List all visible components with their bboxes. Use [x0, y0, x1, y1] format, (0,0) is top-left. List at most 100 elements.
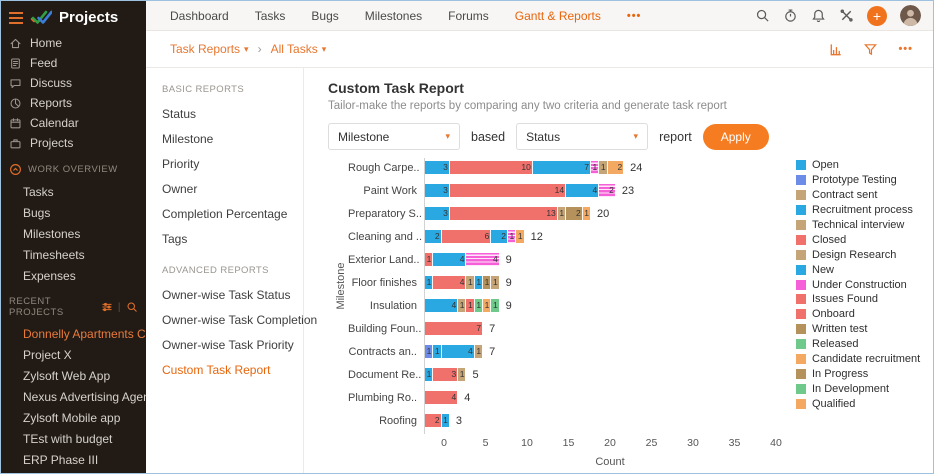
tab-milestones[interactable]: Milestones [365, 9, 422, 23]
bar-segment[interactable]: 14 [449, 184, 565, 197]
recent-project-item[interactable]: ERP Phase III [1, 449, 146, 470]
report-item-custom-task-report[interactable]: Custom Task Report [162, 357, 295, 382]
bar-segment[interactable]: 1 [515, 230, 523, 243]
criteria1-select[interactable]: Milestone ▾ [328, 123, 460, 150]
bar-segment[interactable]: 1 [482, 276, 490, 289]
report-item-owner[interactable]: Owner [162, 176, 295, 201]
bar-segment[interactable]: 13 [449, 207, 557, 220]
bar-segment[interactable]: 1 [424, 368, 432, 381]
filter-sliders-icon[interactable] [101, 301, 113, 313]
bar-segment[interactable]: 1 [457, 368, 465, 381]
legend-item[interactable]: Issues Found [796, 292, 920, 307]
recent-project-item[interactable]: Donnelly Apartments C [1, 323, 146, 344]
report-item-milestone[interactable]: Milestone [162, 126, 295, 151]
sidebar-item-milestones[interactable]: Milestones [1, 223, 146, 244]
search-icon[interactable] [755, 8, 770, 23]
report-item-priority[interactable]: Priority [162, 151, 295, 176]
bar-segment[interactable]: 2 [490, 230, 507, 243]
bar-segment[interactable]: 7 [424, 322, 482, 335]
bar-segment[interactable]: 1 [474, 345, 482, 358]
bar-segment[interactable]: 1 [490, 299, 498, 312]
sidebar-item-expenses[interactable]: Expenses [1, 265, 146, 286]
bar-segment[interactable]: 4 [432, 253, 465, 266]
bar-segment[interactable]: 2 [565, 207, 582, 220]
hamburger-menu-icon[interactable] [9, 12, 23, 24]
legend-item[interactable]: Qualified [796, 396, 920, 411]
sidebar-item-projects[interactable]: Projects [1, 133, 146, 153]
sidebar-item-timesheets[interactable]: Timesheets [1, 244, 146, 265]
bar-segment[interactable]: 3 [424, 207, 449, 220]
bar-segment[interactable]: 10 [449, 161, 532, 174]
work-overview-header[interactable]: WORK OVERVIEW [1, 153, 146, 181]
legend-item[interactable]: Technical interview [796, 218, 920, 233]
bar-segment[interactable]: 1 [424, 253, 432, 266]
bar-segment[interactable]: 1 [474, 276, 482, 289]
apply-button[interactable]: Apply [703, 124, 769, 150]
bar-segment[interactable]: 4 [441, 345, 474, 358]
recent-project-item[interactable]: TEst with budget [1, 428, 146, 449]
bar-segment[interactable]: 1 [465, 299, 473, 312]
recent-project-item[interactable]: Zylsoft Web App [1, 365, 146, 386]
legend-item[interactable]: In Progress [796, 366, 920, 381]
bar-segment[interactable]: 6 [441, 230, 491, 243]
tab-gantt-reports[interactable]: Gantt & Reports [515, 9, 601, 23]
bar-segment[interactable]: 1 [432, 345, 440, 358]
legend-item[interactable]: Prototype Testing [796, 173, 920, 188]
legend-item[interactable]: Closed [796, 232, 920, 247]
bar-segment[interactable]: 1 [457, 299, 465, 312]
report-item-owner-wise-task-priority[interactable]: Owner-wise Task Priority [162, 332, 295, 357]
tools-icon[interactable] [839, 8, 854, 23]
bar-segment[interactable]: 1 [482, 299, 490, 312]
legend-item[interactable]: Written test [796, 322, 920, 337]
bar-segment[interactable]: 3 [424, 161, 449, 174]
legend-item[interactable]: Contract sent [796, 188, 920, 203]
legend-item[interactable]: Released [796, 337, 920, 352]
criteria2-select[interactable]: Status ▾ [516, 123, 648, 150]
bar-segment[interactable]: 1 [474, 299, 482, 312]
chart-view-icon[interactable] [828, 42, 843, 57]
legend-item[interactable]: New [796, 262, 920, 277]
bar-segment[interactable]: 4 [432, 276, 465, 289]
bar-segment[interactable]: 2 [424, 414, 441, 427]
bar-segment[interactable]: 4 [565, 184, 598, 197]
topnav-more-icon[interactable]: ••• [627, 10, 642, 22]
legend-item[interactable]: Recruitment process [796, 203, 920, 218]
bar-segment[interactable]: 1 [582, 207, 590, 220]
user-avatar[interactable] [900, 5, 921, 26]
recent-project-item[interactable]: Nexus Advertising Agen [1, 386, 146, 407]
recent-project-item[interactable]: Zylsoft Mobile app [1, 407, 146, 428]
timer-icon[interactable] [783, 8, 798, 23]
report-item-status[interactable]: Status [162, 101, 295, 126]
legend-item[interactable]: Onboard [796, 307, 920, 322]
sidebar-item-bugs[interactable]: Bugs [1, 202, 146, 223]
bar-segment[interactable]: 7 [532, 161, 590, 174]
add-new-button[interactable]: + [867, 6, 887, 26]
legend-item[interactable]: In Development [796, 381, 920, 396]
report-item-tags[interactable]: Tags [162, 226, 295, 251]
tab-bugs[interactable]: Bugs [311, 9, 338, 23]
legend-item[interactable]: Open [796, 158, 920, 173]
notifications-bell-icon[interactable] [811, 8, 826, 23]
search-projects-icon[interactable] [126, 301, 138, 313]
bar-segment[interactable]: 1 [424, 345, 432, 358]
bar-segment[interactable]: 3 [432, 368, 457, 381]
sidebar-item-tasks[interactable]: Tasks [1, 181, 146, 202]
sidebar-item-home[interactable]: Home [1, 33, 146, 53]
sidebar-item-feed[interactable]: Feed [1, 53, 146, 73]
bar-segment[interactable]: 4 [424, 299, 457, 312]
report-item-completion-percentage[interactable]: Completion Percentage [162, 201, 295, 226]
bar-segment[interactable]: 1 [490, 276, 498, 289]
recent-project-item[interactable]: IIM-K [1, 470, 146, 473]
sidebar-item-reports[interactable]: Reports [1, 93, 146, 113]
bar-segment[interactable]: 1 [441, 414, 449, 427]
bar-segment[interactable]: 1 [590, 161, 598, 174]
bar-segment[interactable]: 2 [598, 184, 615, 197]
sidebar-item-calendar[interactable]: Calendar [1, 113, 146, 133]
breadcrumb-task-reports[interactable]: Task Reports ▾ [170, 42, 249, 56]
recent-project-item[interactable]: Project X [1, 344, 146, 365]
bar-segment[interactable]: 1 [465, 276, 473, 289]
sidebar-item-discuss[interactable]: Discuss [1, 73, 146, 93]
legend-item[interactable]: Design Research [796, 247, 920, 262]
bar-segment[interactable]: 1 [424, 276, 432, 289]
bar-segment[interactable]: 1 [598, 161, 606, 174]
